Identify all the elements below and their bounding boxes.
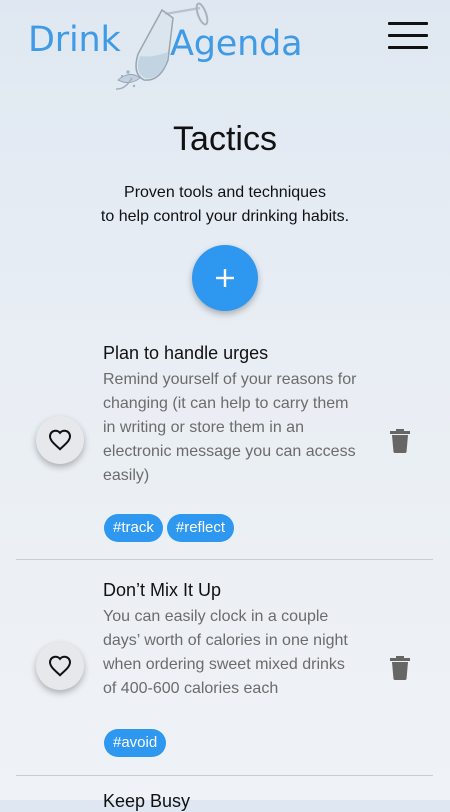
tag-chip[interactable]: #track bbox=[104, 514, 163, 542]
tactic-description: Remind yourself of your reasons for chan… bbox=[103, 368, 383, 488]
hamburger-icon-bar-top bbox=[388, 22, 428, 25]
favorite-button[interactable] bbox=[36, 416, 84, 464]
divider bbox=[16, 775, 433, 776]
description-line: changing (it can help to carry them bbox=[103, 395, 349, 412]
tactic-title: Keep Busy bbox=[103, 791, 191, 811]
description-line: when ordering sweet mixed drinks bbox=[103, 656, 345, 673]
description-line: Remind yourself of your reasons for bbox=[103, 371, 357, 388]
tactic-title: Don’t Mix It Up bbox=[103, 580, 222, 600]
description-line: in writing or store them in an bbox=[103, 419, 304, 436]
drink-agenda-logo[interactable]: Drink Agenda bbox=[26, 0, 303, 92]
tactic-item: Plan to handle urges Remind yourself of … bbox=[16, 330, 433, 560]
favorite-button[interactable] bbox=[36, 642, 84, 690]
hamburger-menu-button[interactable] bbox=[388, 20, 430, 52]
description-line: easily) bbox=[103, 467, 150, 484]
page-title: Tactics bbox=[173, 120, 277, 158]
description-line: electronic message you can access bbox=[103, 443, 356, 460]
trash-icon bbox=[390, 656, 410, 680]
subtitle-line-2: to help control your drinking habits. bbox=[100, 208, 350, 225]
logo-word-drink: Drink bbox=[28, 20, 121, 60]
tactic-title: Plan to handle urges bbox=[103, 343, 269, 363]
logo-word-agenda: Agenda bbox=[170, 24, 303, 64]
tag-chip[interactable]: #reflect bbox=[166, 514, 235, 542]
tag-chip[interactable]: #avoid bbox=[104, 729, 167, 757]
tactic-item: Don’t Mix It Up You can easily clock in … bbox=[16, 560, 433, 776]
subtitle-line-1: Proven tools and techniques bbox=[124, 184, 326, 201]
page-subtitle: Proven tools and techniques to help cont… bbox=[0, 181, 450, 229]
description-line: You can easily clock in a couple bbox=[103, 608, 329, 625]
description-line: days’ worth of calories in one night bbox=[103, 632, 348, 649]
tag-list: #track #reflect bbox=[104, 514, 235, 542]
hamburger-icon-bar-middle bbox=[388, 34, 428, 37]
description-line: of 400-600 calories each bbox=[103, 680, 279, 697]
heart-outline-icon bbox=[48, 655, 72, 677]
delete-tactic-button[interactable] bbox=[388, 655, 412, 681]
heart-outline-icon bbox=[48, 429, 72, 451]
tag-list: #avoid bbox=[104, 729, 167, 757]
plus-icon bbox=[216, 269, 234, 287]
app-header: Drink Agenda bbox=[0, 0, 450, 100]
add-tactic-button[interactable] bbox=[192, 245, 258, 311]
trash-icon bbox=[390, 429, 410, 453]
tactic-description: You can easily clock in a couple days’ w… bbox=[103, 605, 383, 701]
delete-tactic-button[interactable] bbox=[388, 428, 412, 454]
hamburger-icon-bar-bottom bbox=[388, 46, 428, 49]
